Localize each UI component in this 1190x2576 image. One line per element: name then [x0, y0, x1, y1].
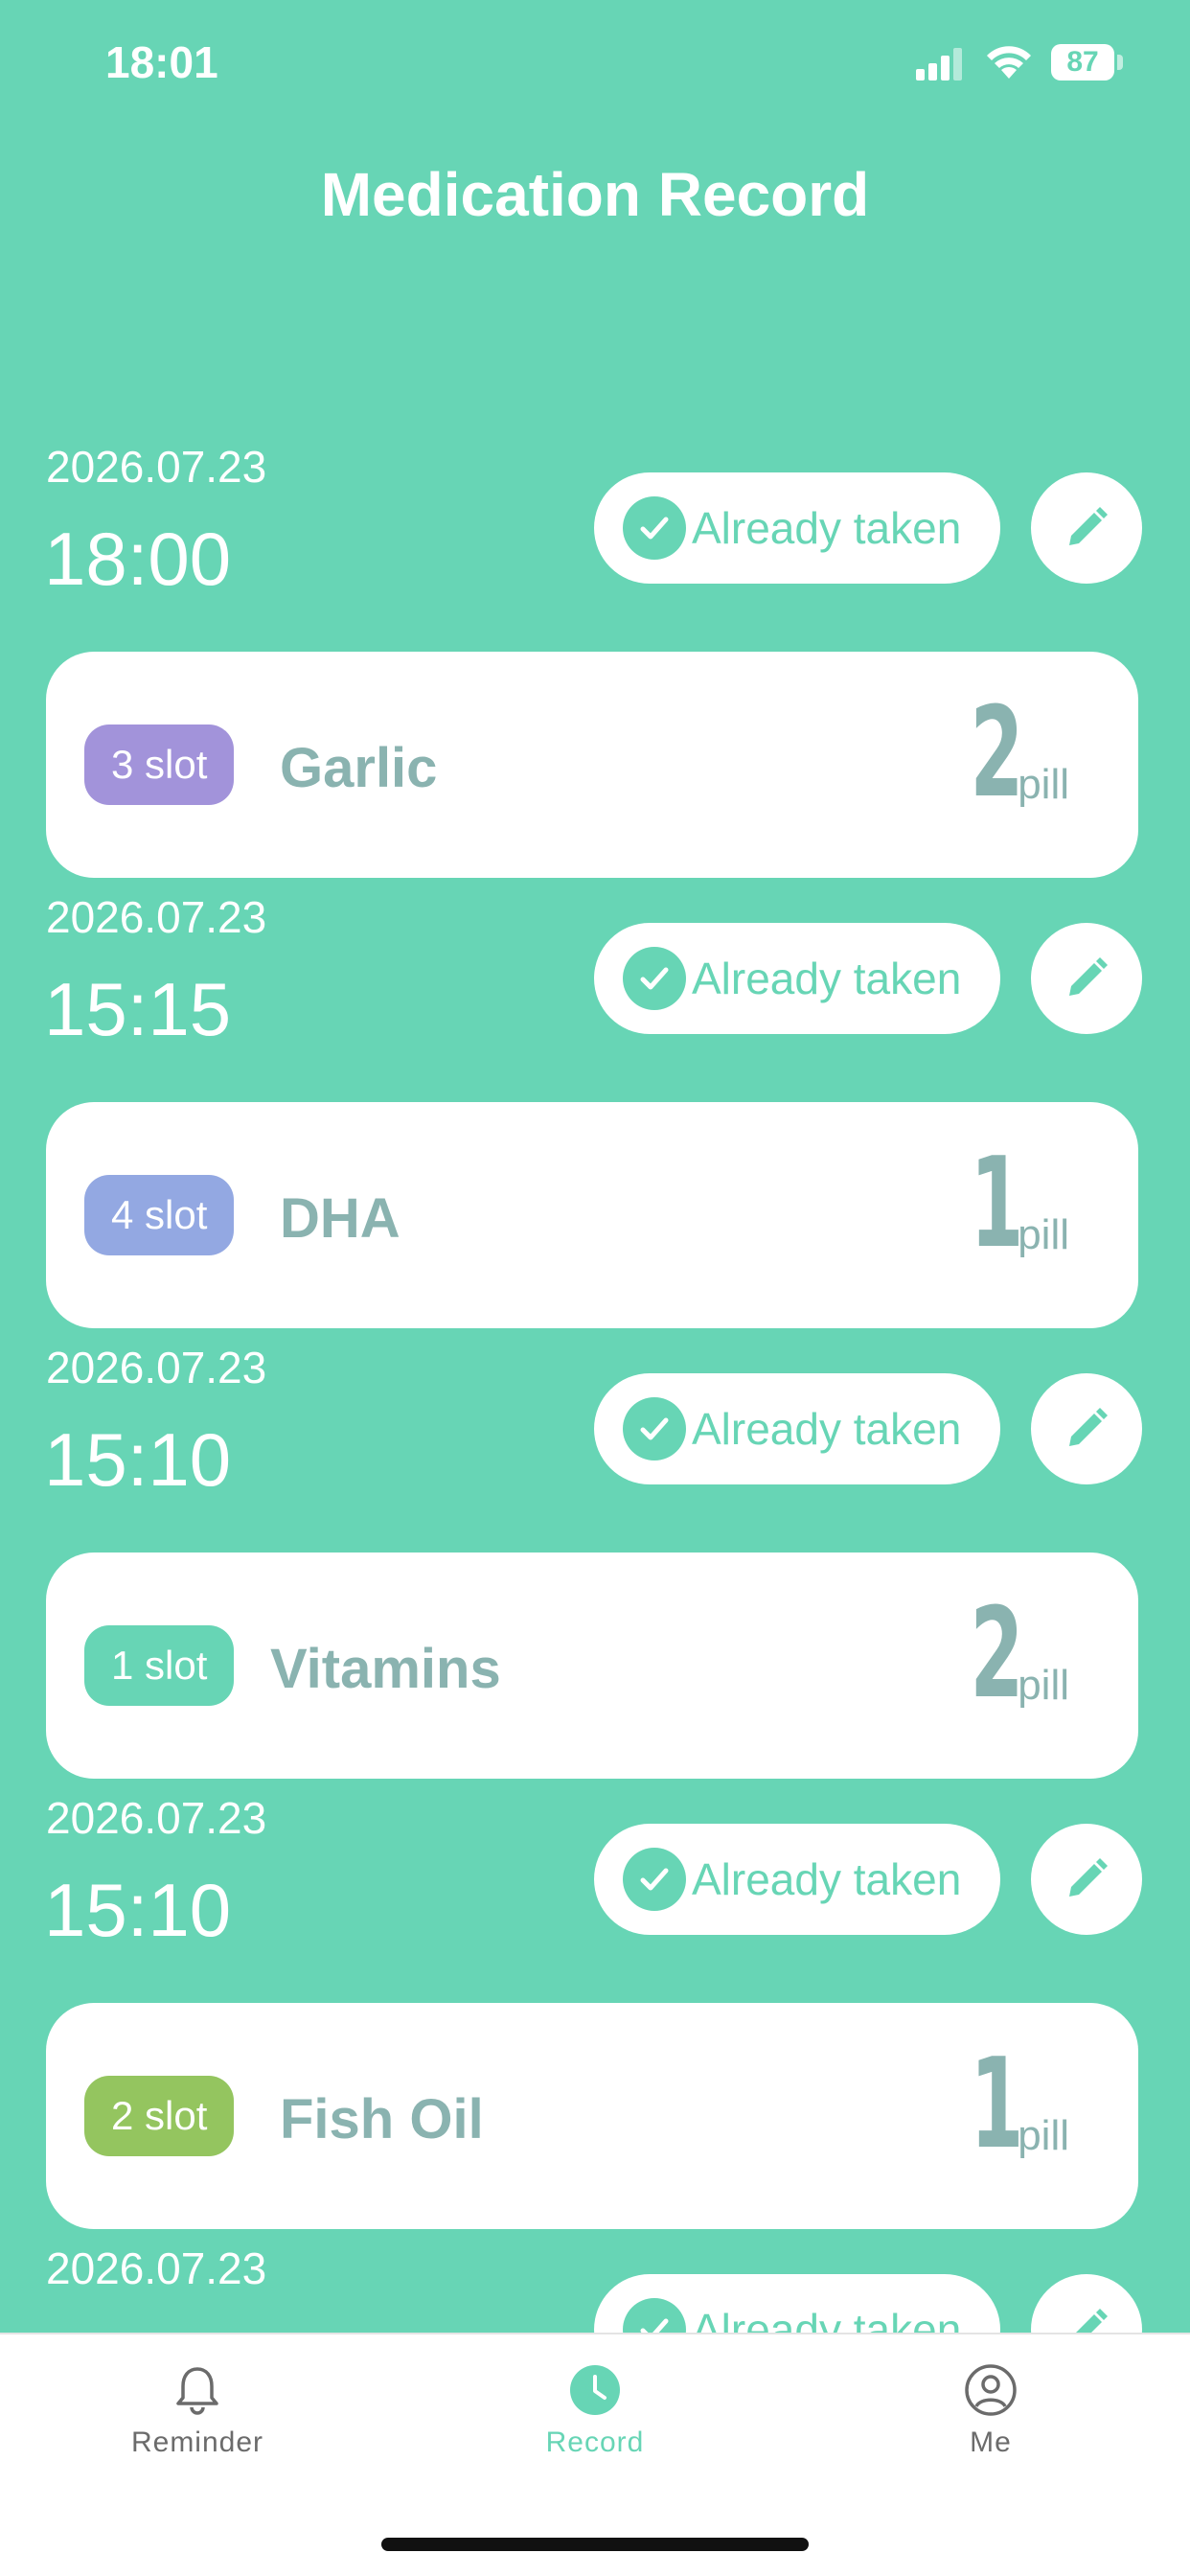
- check-icon: [623, 1397, 686, 1460]
- edit-button[interactable]: [1031, 923, 1142, 1034]
- pill-count: 1 pill: [937, 1140, 1069, 1265]
- battery-indicator: 87: [1051, 44, 1114, 80]
- record-time: 18:00: [44, 517, 232, 601]
- record-date: 2026.07.23: [46, 1343, 267, 1392]
- battery-tip: [1117, 55, 1123, 70]
- check-icon: [623, 496, 686, 560]
- record-date: 2026.07.23: [46, 1793, 267, 1843]
- record-time: 15:15: [44, 967, 232, 1051]
- pencil-icon: [1069, 957, 1108, 996]
- pencil-icon: [1069, 1858, 1108, 1897]
- record-item: 2026.07.23 15:10 Already taken 1 slot Vi…: [0, 1322, 1190, 1779]
- slot-badge: 3 slot: [84, 724, 235, 805]
- status-bar: 18:01 87: [0, 0, 1190, 134]
- pencil-icon: [1069, 1408, 1108, 1446]
- record-date: 2026.07.23: [46, 2243, 267, 2293]
- user-icon: [965, 2364, 1017, 2416]
- status-time: 18:01: [105, 37, 218, 87]
- pill-count: 1 pill: [937, 2041, 1069, 2166]
- page-title: Medication Record: [320, 160, 870, 229]
- medication-name: Fish Oil: [280, 2088, 484, 2150]
- pill-number: 2: [970, 679, 1024, 825]
- taken-label: Already taken: [692, 1404, 962, 1454]
- medication-card[interactable]: 3 slot Garlic 2 pill: [46, 652, 1138, 878]
- medication-name: Garlic: [280, 737, 438, 799]
- signal-icon: [916, 48, 966, 80]
- edit-button[interactable]: [1031, 1373, 1142, 1484]
- check-icon: [623, 1848, 686, 1911]
- slot-badge: 1 slot: [84, 1625, 235, 1706]
- pill-number: 1: [970, 1130, 1024, 1276]
- medication-card[interactable]: 4 slot DHA 1 pill: [46, 1102, 1138, 1328]
- tab-reminder[interactable]: Reminder: [73, 2361, 322, 2459]
- record-list[interactable]: 2026.07.23 18:00 Already taken 3 slot Ga…: [0, 422, 1190, 2576]
- wifi-icon: [987, 46, 1031, 79]
- slot-badge: 2 slot: [84, 2076, 235, 2156]
- record-item: 2026.07.23 18:00 Already taken 3 slot Ga…: [0, 422, 1190, 878]
- edit-button[interactable]: [1031, 472, 1142, 584]
- clock-icon: [570, 2365, 620, 2415]
- record-time: 15:10: [44, 1868, 232, 1952]
- medication-name: Vitamins: [270, 1638, 501, 1700]
- taken-status-button[interactable]: Already taken: [594, 923, 1000, 1034]
- pill-count: 2 pill: [937, 690, 1069, 815]
- taken-status-button[interactable]: Already taken: [594, 472, 1000, 584]
- pencil-icon: [1069, 507, 1108, 545]
- pill-number: 1: [970, 2031, 1024, 2176]
- tab-label: Record: [545, 2426, 645, 2458]
- pill-count: 2 pill: [937, 1591, 1069, 1715]
- tab-record[interactable]: Record: [470, 2361, 720, 2459]
- bell-icon: [176, 2367, 218, 2415]
- taken-label: Already taken: [692, 1854, 962, 1904]
- pill-number: 2: [970, 1580, 1024, 1726]
- edit-button[interactable]: [1031, 1824, 1142, 1935]
- pill-unit: pill: [1018, 1211, 1069, 1258]
- record-item: 2026.07.23 15:10 Already taken 2 slot Fi…: [0, 1773, 1190, 2229]
- record-date: 2026.07.23: [46, 442, 267, 492]
- tab-me[interactable]: Me: [866, 2361, 1115, 2459]
- medication-name: DHA: [280, 1187, 400, 1250]
- check-icon: [623, 947, 686, 1010]
- tab-label: Me: [970, 2426, 1012, 2458]
- record-time: 15:10: [44, 1417, 232, 1502]
- pill-unit: pill: [1018, 1662, 1069, 1709]
- medication-card[interactable]: 2 slot Fish Oil 1 pill: [46, 2003, 1138, 2229]
- taken-status-button[interactable]: Already taken: [594, 1824, 1000, 1935]
- home-indicator: [381, 2538, 809, 2551]
- tab-label: Reminder: [130, 2426, 264, 2458]
- pill-unit: pill: [1018, 2112, 1069, 2159]
- pill-unit: pill: [1018, 761, 1069, 808]
- taken-label: Already taken: [692, 503, 962, 553]
- taken-label: Already taken: [692, 954, 962, 1003]
- record-item: 2026.07.23 15:15 Already taken 4 slot DH…: [0, 872, 1190, 1328]
- taken-status-button[interactable]: Already taken: [594, 1373, 1000, 1484]
- record-date: 2026.07.23: [46, 892, 267, 942]
- slot-badge: 4 slot: [84, 1175, 235, 1255]
- medication-card[interactable]: 1 slot Vitamins 2 pill: [46, 1552, 1138, 1779]
